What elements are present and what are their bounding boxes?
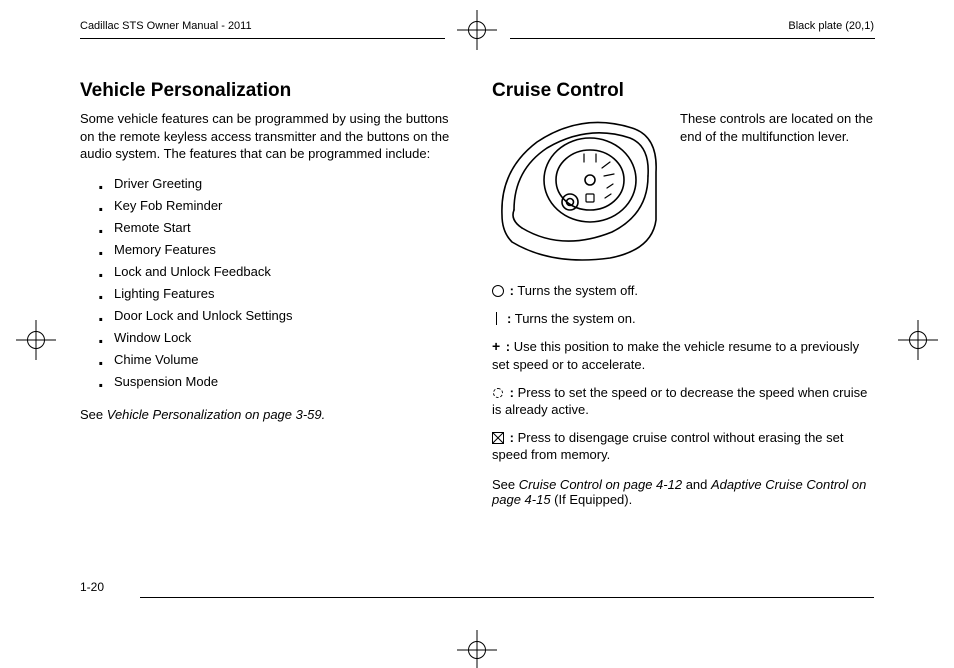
see-prefix: See [492, 477, 519, 492]
header-rule-left [80, 38, 445, 39]
vp-see-reference: See Vehicle Personalization on page 3-59… [80, 407, 462, 422]
list-item: Key Fob Reminder [80, 195, 462, 217]
see-prefix: See [80, 407, 107, 422]
column-right: Cruise Control [492, 80, 874, 588]
def-cancel-text: Press to disengage cruise control withou… [492, 430, 843, 463]
page-number: 1-20 [80, 580, 104, 594]
def-on: : Turns the system on. [492, 310, 874, 328]
registration-mark-left [16, 320, 56, 360]
see-mid: and [682, 477, 711, 492]
list-item: Memory Features [80, 239, 462, 261]
list-item: Door Lock and Unlock Settings [80, 305, 462, 327]
see-ref-1: Cruise Control on page 4-12 [519, 477, 682, 492]
def-resume: + : Use this position to make the vehicl… [492, 337, 874, 373]
list-item: Lighting Features [80, 283, 462, 305]
def-resume-text: Use this position to make the vehicle re… [492, 339, 859, 372]
page-body: Vehicle Personalization Some vehicle fea… [80, 80, 874, 588]
footer-rule [140, 597, 874, 599]
cancel-icon [492, 432, 504, 444]
list-item: Suspension Mode [80, 371, 462, 393]
list-item: Remote Start [80, 217, 462, 239]
plus-icon: + [492, 337, 500, 356]
off-icon [492, 285, 504, 297]
registration-mark-bottom [457, 630, 497, 668]
see-ref: Vehicle Personalization on page 3-59. [107, 407, 326, 422]
header-rule-right [510, 38, 875, 39]
plate-indicator: Black plate (20,1) [788, 20, 874, 32]
def-off-text: Turns the system off. [517, 283, 638, 298]
see-suffix: (If Equipped). [551, 492, 633, 507]
cruise-see-reference: See Cruise Control on page 4-12 and Adap… [492, 477, 874, 507]
doc-title: Cadillac STS Owner Manual - 2011 [80, 20, 252, 32]
cruise-location-note: These controls are located on the end of… [680, 110, 874, 145]
print-header: Cadillac STS Owner Manual - 2011 Black p… [80, 20, 874, 40]
heading-vehicle-personalization: Vehicle Personalization [80, 80, 462, 102]
vp-intro: Some vehicle features can be programmed … [80, 110, 462, 163]
on-icon [496, 312, 501, 325]
list-item: Chime Volume [80, 349, 462, 371]
def-set-text: Press to set the speed or to decrease th… [492, 385, 867, 418]
list-item: Window Lock [80, 327, 462, 349]
heading-cruise-control: Cruise Control [492, 80, 874, 102]
def-set: : Press to set the speed or to decrease … [492, 384, 874, 419]
def-off: : Turns the system off. [492, 282, 874, 300]
list-item: Lock and Unlock Feedback [80, 261, 462, 283]
registration-mark-right [898, 320, 938, 360]
column-left: Vehicle Personalization Some vehicle fea… [80, 80, 462, 588]
list-item: Driver Greeting [80, 173, 462, 195]
def-cancel: : Press to disengage cruise control with… [492, 429, 874, 464]
cruise-lever-illustration [492, 110, 662, 268]
set-icon [492, 387, 504, 399]
def-on-text: Turns the system on. [515, 311, 636, 326]
vp-feature-list: Driver Greeting Key Fob Reminder Remote … [80, 173, 462, 394]
